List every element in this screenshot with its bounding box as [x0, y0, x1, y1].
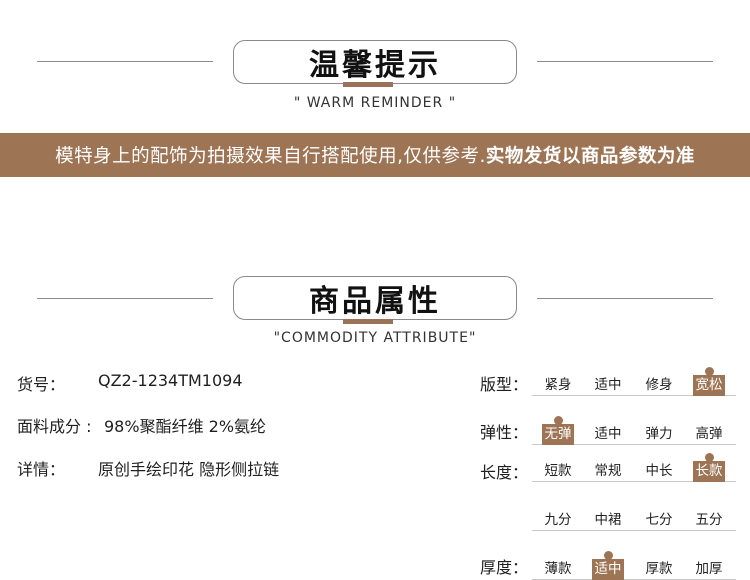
title-accent-bar	[343, 82, 393, 87]
option-fit-2: 修身	[645, 377, 673, 393]
divider-left	[37, 61, 213, 62]
option-fit-1: 适中	[594, 377, 622, 393]
commodity-attribute-header: 商品属性 "COMMODITY ATTRIBUTE"	[0, 274, 750, 354]
option-fit-0: 紧身	[544, 377, 572, 393]
option-thickness-3: 加厚	[695, 561, 723, 577]
fit-label: 版型：	[480, 375, 529, 394]
selected-marker-dot	[604, 551, 613, 560]
sku-value: QZ2-1234TM1094	[98, 371, 243, 390]
option-elasticity-0: 无弹	[542, 424, 574, 445]
thickness-options: 薄款 适中 厚款 加厚	[532, 551, 736, 580]
title-accent-bar	[343, 319, 393, 324]
section-title: 商品属性	[309, 284, 441, 319]
divider-right	[537, 298, 713, 299]
option-length_more-1: 中裙	[594, 512, 622, 528]
divider-left	[37, 298, 213, 299]
section-subtitle: "COMMODITY ATTRIBUTE"	[273, 330, 477, 346]
option-elasticity-2: 弹力	[645, 426, 673, 442]
selected-marker-dot	[705, 453, 714, 462]
option-length_more-0: 九分	[544, 512, 572, 528]
option-elasticity-1: 适中	[594, 426, 622, 442]
elasticity-label: 弹性：	[480, 423, 529, 442]
detail-value: 原创手绘印花 隐形侧拉链	[98, 460, 280, 479]
selected-marker-dot	[705, 367, 714, 376]
elasticity-options: 无弹 适中 弹力 高弹	[532, 416, 736, 445]
option-elasticity-3: 高弹	[695, 426, 723, 442]
fabric-label: 面料成分 :	[17, 417, 92, 436]
section-title: 温馨提示	[309, 48, 441, 83]
fit-options: 紧身 适中 修身 宽松	[532, 367, 736, 396]
option-thickness-0: 薄款	[544, 561, 572, 577]
warm-reminder-header: 温馨提示 " WARM REMINDER "	[0, 38, 750, 118]
length-options: 短款 常规 中长 长款	[532, 453, 736, 482]
notice-text: 模特身上的配饰为拍摄效果自行搭配使用,仅供参考.	[55, 146, 486, 167]
length-label: 长度：	[480, 463, 529, 482]
section-subtitle: " WARM REMINDER "	[293, 95, 457, 111]
notice-banner: 模特身上的配饰为拍摄效果自行搭配使用,仅供参考. 实物发货以商品参数为准	[0, 133, 750, 177]
option-length_more-3: 五分	[695, 512, 723, 528]
notice-emphasis: 实物发货以商品参数为准	[485, 146, 695, 167]
option-length-2: 中长	[645, 463, 673, 479]
option-thickness-2: 厚款	[645, 561, 673, 577]
fabric-value: 98%聚酯纤维 2%氨纶	[104, 417, 267, 436]
detail-label: 详情：	[17, 460, 66, 479]
option-length-1: 常规	[594, 463, 622, 479]
option-length-3: 长款	[693, 461, 725, 482]
option-length-0: 短款	[544, 463, 572, 479]
option-fit-3: 宽松	[693, 375, 725, 396]
option-thickness-1: 适中	[592, 559, 624, 580]
selected-marker-dot	[554, 416, 563, 425]
thickness-label: 厚度：	[480, 558, 529, 577]
sku-label: 货号：	[17, 375, 66, 394]
option-length_more-2: 七分	[645, 512, 673, 528]
length-more-options: 九分 中裙 七分 五分	[532, 507, 736, 531]
section-title-pill: 温馨提示	[233, 40, 517, 84]
divider-right	[537, 61, 713, 62]
section-title-pill: 商品属性	[233, 276, 517, 320]
